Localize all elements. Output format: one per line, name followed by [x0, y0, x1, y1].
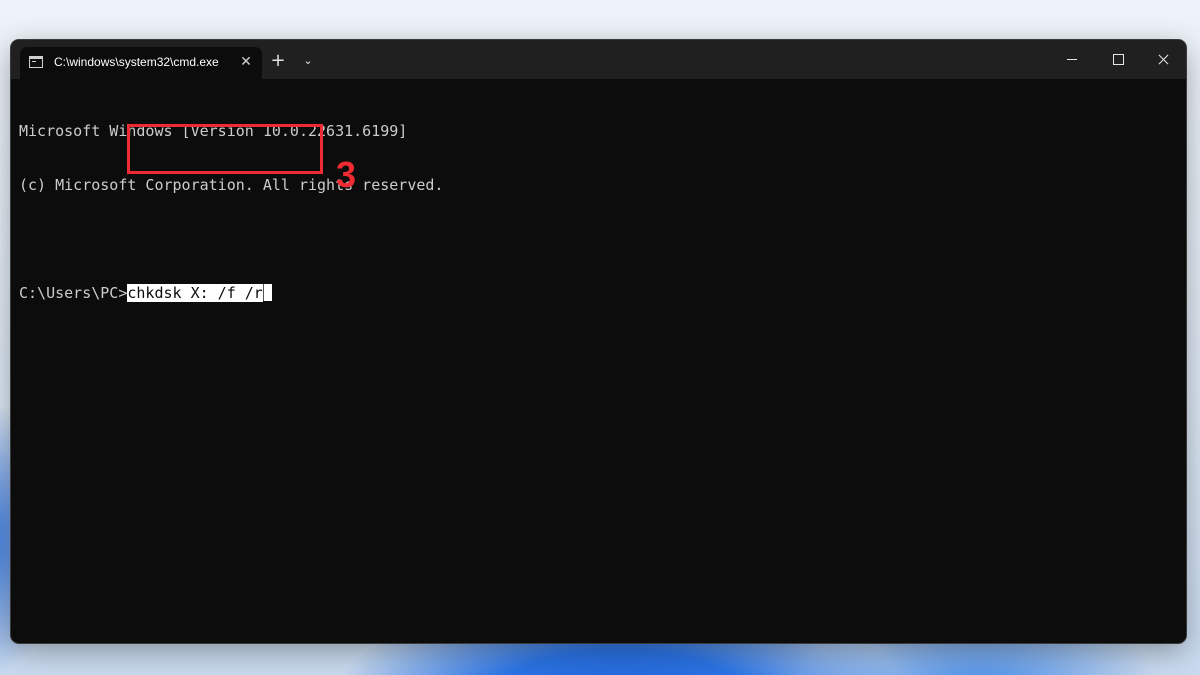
command-input[interactable]: chkdsk X: /f /r [127, 284, 263, 302]
command-line[interactable]: C:\Users\PC>chkdsk X: /f /r [19, 284, 1169, 302]
prompt: C:\Users\PC> [19, 284, 128, 302]
close-window-icon[interactable] [1141, 40, 1186, 78]
tab-title: C:\windows\system32\cmd.exe [54, 55, 219, 69]
terminal-icon [29, 56, 43, 68]
text-cursor [262, 284, 272, 301]
minimize-icon[interactable] [1049, 40, 1095, 78]
chevron-down-icon[interactable]: ⌄ [295, 49, 321, 73]
tab-cmd[interactable]: C:\windows\system32\cmd.exe ✕ [20, 47, 262, 79]
terminal-line-copyright: (c) Microsoft Corporation. All rights re… [19, 176, 444, 194]
title-bar[interactable]: C:\windows\system32\cmd.exe ✕ + ⌄ [11, 40, 1186, 79]
maximize-icon[interactable] [1095, 40, 1141, 78]
step-number: 3 [336, 154, 357, 195]
plus-icon[interactable]: + [265, 49, 291, 73]
close-icon[interactable]: ✕ [236, 52, 256, 72]
highlight-box [127, 124, 323, 174]
